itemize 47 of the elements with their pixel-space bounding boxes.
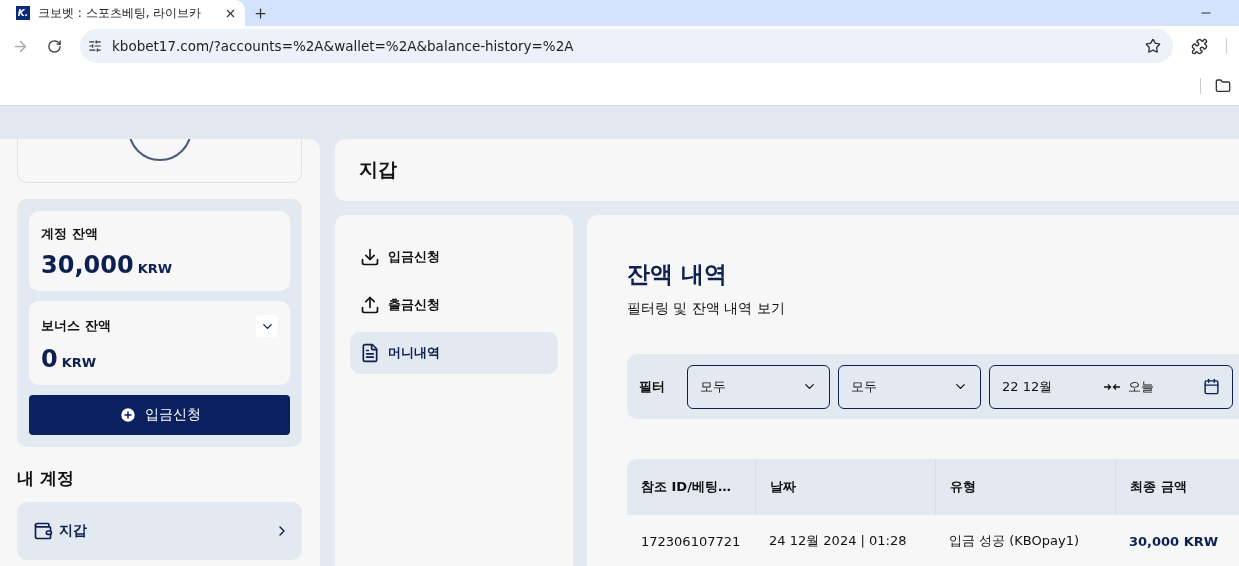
table-cell-text: 172306107721 [640,532,742,551]
filter-select[interactable]: 모두 [687,364,830,409]
download-icon [360,247,380,267]
range-arrows-icon [1104,382,1121,391]
balance-label: 보너스 잔액 [41,317,111,335]
wallet-icon [33,521,53,541]
calendar-icon[interactable] [1203,378,1220,396]
filter-select[interactable]: 모두 [838,364,981,409]
document-icon [360,343,380,363]
url-text: kbobet17.com/?accounts=%2A&wallet=%2A&balance-history=%2A [112,38,575,54]
reload-icon[interactable] [47,38,62,54]
table-cell-text: 24 12월 2024 | 01:28 [768,532,908,551]
currency-label: KRW [61,355,97,370]
select-value: 모두 [851,377,877,396]
balance-label: 계정 잔액 [41,225,98,243]
menu-item[interactable]: 출금신청 [350,284,558,326]
tab-title: 크보벳 : 스포츠베팅, 라이브카 [38,4,203,22]
section-subtitle: 필터링 및 잔액 내역 보기 [627,300,786,318]
section-heading: 잔액 내역 [627,260,728,289]
select-value: 모두 [700,377,726,396]
date-range-field[interactable]: 22 12월 오늘 [989,364,1233,409]
browser-tab[interactable]: K. 크보벳 : 스포츠베팅, 라이브카 [0,0,245,26]
sidebar-item[interactable]: 지갑 [17,502,302,560]
deposit-button[interactable]: 입금신청 [29,395,290,435]
column-header: 참조 ID/베팅… [640,478,732,497]
section-title: 내 계정 [17,467,75,490]
menu-item[interactable]: 머니내역 [350,332,558,374]
balance-amount: 0 [41,345,58,373]
currency-label: KRW [137,261,173,276]
balance-amount: 30,000 [41,251,134,279]
expand-button[interactable] [256,315,278,337]
folder-icon[interactable] [1215,77,1231,94]
sidebar-item-label: 지갑 [59,522,88,540]
site-settings-icon[interactable] [88,39,102,53]
date-from: 22 12월 [1002,377,1053,396]
date-to: 오늘 [1128,377,1155,396]
table-cell-text: 입금 성공 (KBOpay1) [948,532,1081,551]
menu-item[interactable]: 입금신청 [350,236,558,278]
filter-label: 필터 [639,377,666,396]
plus-icon [118,406,137,424]
table-cell-text: 30,000 KRW [1128,532,1220,551]
page-title: 지갑 [359,157,397,182]
star-icon[interactable] [1145,38,1161,54]
site-logo: K. [16,6,30,20]
extensions-icon[interactable] [1191,37,1208,55]
upload-icon [360,295,380,315]
address-bar[interactable]: kbobet17.com/?accounts=%2A&wallet=%2A&balance-history=%2A [80,29,1173,63]
